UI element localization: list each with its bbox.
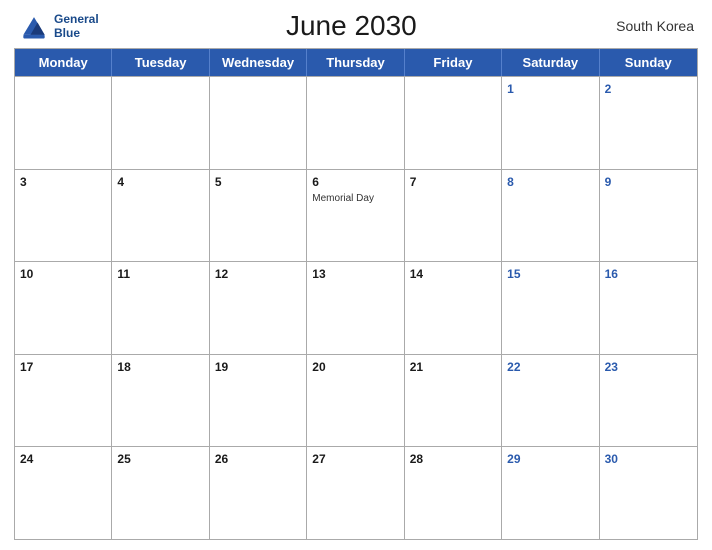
header-monday: Monday: [15, 49, 112, 76]
day-cell-2: 2: [600, 77, 697, 169]
header-sunday: Sunday: [600, 49, 697, 76]
header-wednesday: Wednesday: [210, 49, 307, 76]
header-friday: Friday: [405, 49, 502, 76]
day-cell-23: 23: [600, 355, 697, 447]
week-row-5: 24 25 26 27 28 29 30: [15, 446, 697, 539]
day-cell-19: 19: [210, 355, 307, 447]
day-cell-6: 6 Memorial Day: [307, 170, 404, 262]
day-cell-16: 16: [600, 262, 697, 354]
day-cell-5: 5: [210, 170, 307, 262]
day-cell-3: 3: [15, 170, 112, 262]
day-cell-empty-3: [210, 77, 307, 169]
country-label: South Korea: [604, 18, 694, 34]
day-cell-22: 22: [502, 355, 599, 447]
header-tuesday: Tuesday: [112, 49, 209, 76]
day-cell-18: 18: [112, 355, 209, 447]
day-cell-10: 10: [15, 262, 112, 354]
logo-icon: [18, 10, 50, 42]
week-row-4: 17 18 19 20 21 22 23: [15, 354, 697, 447]
header: General Blue June 2030 South Korea: [14, 10, 698, 42]
header-saturday: Saturday: [502, 49, 599, 76]
memorial-day-event: Memorial Day: [312, 193, 398, 205]
day-cell-27: 27: [307, 447, 404, 539]
day-cell-24: 24: [15, 447, 112, 539]
week-row-2: 3 4 5 6 Memorial Day 7 8 9: [15, 169, 697, 262]
calendar: Monday Tuesday Wednesday Thursday Friday…: [14, 48, 698, 540]
day-cell-12: 12: [210, 262, 307, 354]
day-cell-11: 11: [112, 262, 209, 354]
day-cell-empty-5: [405, 77, 502, 169]
day-cell-30: 30: [600, 447, 697, 539]
day-cell-empty-4: [307, 77, 404, 169]
day-cell-14: 14: [405, 262, 502, 354]
day-cell-25: 25: [112, 447, 209, 539]
day-cell-13: 13: [307, 262, 404, 354]
weeks-container: 1 2 3 4 5 6 Memorial Day 7 8 9 10 11 12: [15, 76, 697, 539]
week-row-1: 1 2: [15, 76, 697, 169]
day-cell-28: 28: [405, 447, 502, 539]
day-cell-empty-1: [15, 77, 112, 169]
day-cell-4: 4: [112, 170, 209, 262]
logo: General Blue: [18, 10, 99, 42]
day-cell-8: 8: [502, 170, 599, 262]
week-row-3: 10 11 12 13 14 15 16: [15, 261, 697, 354]
header-thursday: Thursday: [307, 49, 404, 76]
day-cell-empty-2: [112, 77, 209, 169]
day-cell-7: 7: [405, 170, 502, 262]
calendar-title: June 2030: [99, 10, 604, 42]
day-cell-9: 9: [600, 170, 697, 262]
day-cell-21: 21: [405, 355, 502, 447]
day-cell-29: 29: [502, 447, 599, 539]
day-cell-1: 1: [502, 77, 599, 169]
day-cell-15: 15: [502, 262, 599, 354]
day-cell-20: 20: [307, 355, 404, 447]
logo-text: General Blue: [54, 12, 99, 40]
day-cell-26: 26: [210, 447, 307, 539]
day-headers-row: Monday Tuesday Wednesday Thursday Friday…: [15, 49, 697, 76]
day-cell-17: 17: [15, 355, 112, 447]
